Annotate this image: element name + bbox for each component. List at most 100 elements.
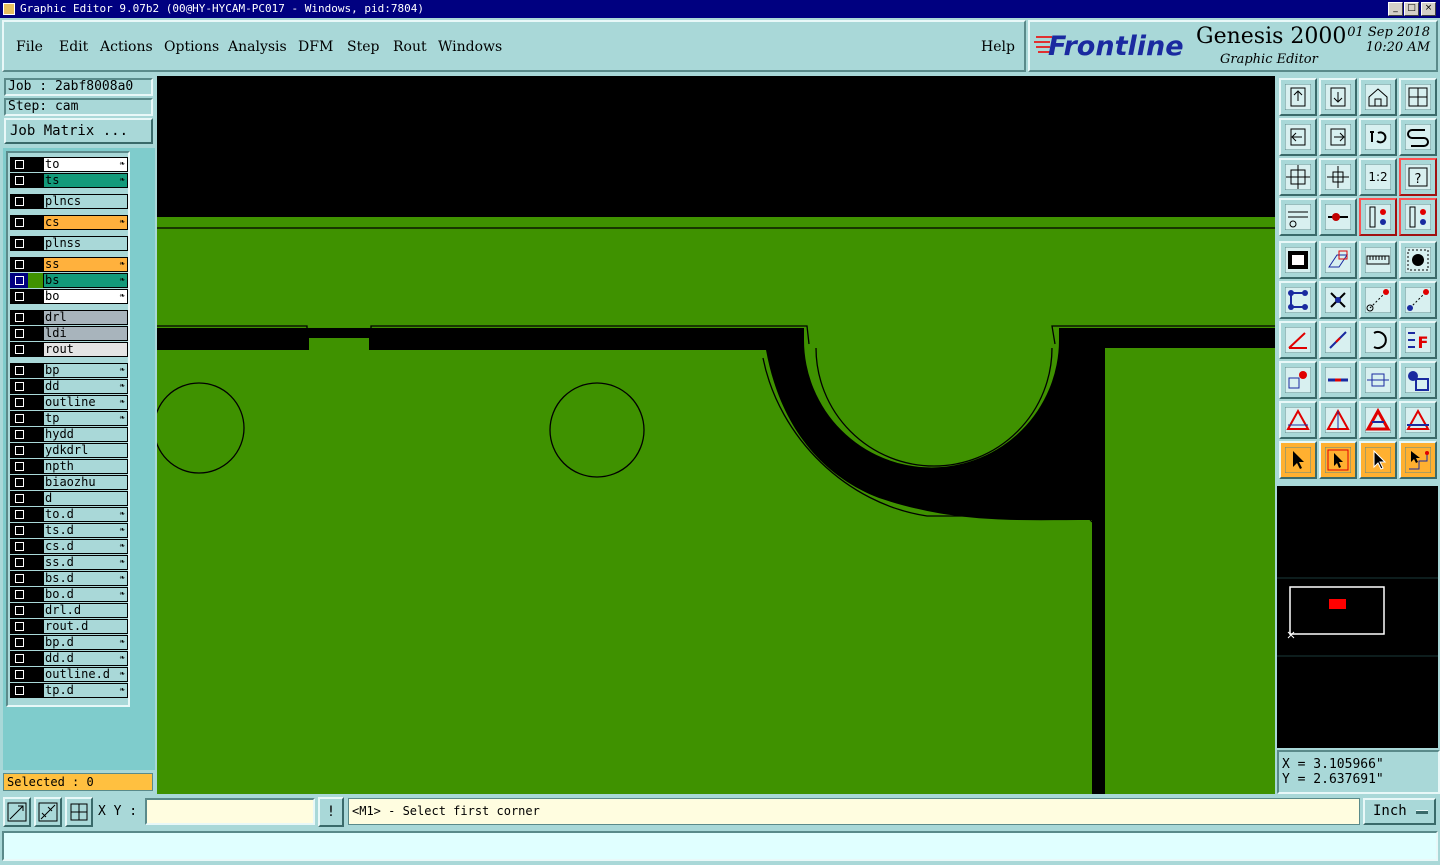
layer-color-swatch[interactable] [28, 651, 43, 666]
menu-help[interactable]: Help [981, 39, 1015, 55]
layer-row-bs[interactable]: bs ❧ [10, 273, 128, 288]
menu-edit[interactable]: Edit [59, 39, 88, 55]
layer-row-to[interactable]: to ❧ [10, 157, 128, 172]
layer-name[interactable]: cs ❧ [43, 215, 128, 230]
minimize-button[interactable]: _ [1388, 2, 1403, 16]
layer-row-ydkdrl[interactable]: ydkdrl [10, 443, 128, 458]
layer-name[interactable]: drl.d [43, 603, 128, 618]
layer-name[interactable]: to.d ❧ [43, 507, 128, 522]
arc-button[interactable] [1359, 321, 1397, 359]
layer-row-dd[interactable]: dd ❧ [10, 379, 128, 394]
layer-row-bp.d[interactable]: bp.d ❧ [10, 635, 128, 650]
layer-color-swatch[interactable] [28, 215, 43, 230]
measure-shape-button[interactable] [1319, 241, 1357, 279]
scale-button[interactable]: 1:2 [1359, 158, 1397, 196]
layer-name[interactable]: bp ❧ [43, 363, 128, 378]
layer-name[interactable]: tp.d ❧ [43, 683, 128, 698]
layer-name[interactable]: dd ❧ [43, 379, 128, 394]
layer-name[interactable]: plncs [43, 194, 128, 209]
line-button[interactable] [1319, 321, 1357, 359]
point-to-point-button[interactable] [1359, 281, 1397, 319]
xy-input[interactable] [145, 798, 315, 825]
layer-compare-button[interactable] [1359, 198, 1397, 236]
pan-down-button[interactable] [1319, 78, 1357, 116]
layer-checkbox[interactable] [10, 173, 28, 188]
layer-checkbox[interactable] [10, 571, 28, 586]
triangle-red-button[interactable] [1399, 401, 1437, 439]
snap-button[interactable] [1319, 198, 1357, 236]
layer-checkbox[interactable] [10, 215, 28, 230]
triangle-bold-button[interactable] [1359, 401, 1397, 439]
layer-name[interactable]: d [43, 491, 128, 506]
layer-color-swatch[interactable] [28, 157, 43, 172]
layer-checkbox[interactable] [10, 667, 28, 682]
layer-checkbox[interactable] [10, 683, 28, 698]
layer-checkbox[interactable] [10, 555, 28, 570]
layer-row-rout[interactable]: rout [10, 342, 128, 357]
layer-row-tp.d[interactable]: tp.d ❧ [10, 683, 128, 698]
layer-color-swatch[interactable] [28, 683, 43, 698]
layer-color-swatch[interactable] [28, 342, 43, 357]
menu-step[interactable]: Step [347, 39, 379, 55]
layer-color-swatch[interactable] [28, 587, 43, 602]
layer-row-cs.d[interactable]: cs.d ❧ [10, 539, 128, 554]
warning-button[interactable]: ! [318, 797, 344, 827]
layer-row-plnss[interactable]: plnss [10, 236, 128, 251]
layer-checkbox[interactable] [10, 379, 28, 394]
layer-checkbox[interactable] [10, 326, 28, 341]
connect-button[interactable] [1279, 281, 1317, 319]
layer-checkbox[interactable] [10, 395, 28, 410]
menu-rout[interactable]: Rout [393, 39, 427, 55]
layer-color-swatch[interactable] [28, 273, 43, 288]
layer-checkbox[interactable] [10, 651, 28, 666]
pan-up-button[interactable] [1279, 78, 1317, 116]
pan-right-button[interactable] [1319, 118, 1357, 156]
layer-name[interactable]: ss.d ❧ [43, 555, 128, 570]
layer-color-swatch[interactable] [28, 507, 43, 522]
layer-color-swatch[interactable] [28, 236, 43, 251]
layer-row-outline.d[interactable]: outline.d ❧ [10, 667, 128, 682]
window-split-button[interactable] [1399, 78, 1437, 116]
dimension-button[interactable] [1359, 361, 1397, 399]
layer-row-hydd[interactable]: hydd [10, 427, 128, 442]
layer-settings-button[interactable] [1399, 198, 1437, 236]
layer-checkbox[interactable] [10, 475, 28, 490]
layer-checkbox[interactable] [10, 157, 28, 172]
layer-row-outline[interactable]: outline ❧ [10, 395, 128, 410]
layer-checkbox[interactable] [10, 603, 28, 618]
layer-color-swatch[interactable] [28, 635, 43, 650]
layer-row-drl.d[interactable]: drl.d [10, 603, 128, 618]
layer-name[interactable]: ydkdrl [43, 443, 128, 458]
layer-row-drl[interactable]: drl [10, 310, 128, 325]
layer-name[interactable]: drl [43, 310, 128, 325]
layer-row-ss[interactable]: ss ❧ [10, 257, 128, 272]
shapes-button[interactable] [1399, 361, 1437, 399]
layer-row-plncs[interactable]: plncs [10, 194, 128, 209]
select-button[interactable] [1279, 441, 1317, 479]
layer-color-swatch[interactable] [28, 603, 43, 618]
fill-button[interactable] [1279, 241, 1317, 279]
angle-button[interactable] [1279, 321, 1317, 359]
layer-row-ts.d[interactable]: ts.d ❧ [10, 523, 128, 538]
layer-name[interactable]: hydd [43, 427, 128, 442]
layer-checkbox[interactable] [10, 342, 28, 357]
layer-name[interactable]: ts.d ❧ [43, 523, 128, 538]
layer-checkbox[interactable] [10, 427, 28, 442]
layer-name[interactable]: plnss [43, 236, 128, 251]
layer-checkbox[interactable] [10, 507, 28, 522]
layer-checkbox[interactable] [10, 273, 28, 288]
point-distance-button[interactable] [1399, 281, 1437, 319]
menu-options[interactable]: Options [164, 39, 219, 55]
layer-checkbox[interactable] [10, 619, 28, 634]
tools-button[interactable] [1279, 198, 1317, 236]
layer-color-swatch[interactable] [28, 427, 43, 442]
line-remove-button[interactable] [1319, 361, 1357, 399]
layer-checkbox[interactable] [10, 459, 28, 474]
layer-color-swatch[interactable] [28, 555, 43, 570]
units-select[interactable]: Inch [1363, 798, 1436, 825]
layer-name[interactable]: ldi [43, 326, 128, 341]
redraw-button[interactable] [1399, 118, 1437, 156]
layer-color-swatch[interactable] [28, 379, 43, 394]
layer-row-npth[interactable]: npth [10, 459, 128, 474]
maximize-button[interactable]: □ [1404, 2, 1419, 16]
